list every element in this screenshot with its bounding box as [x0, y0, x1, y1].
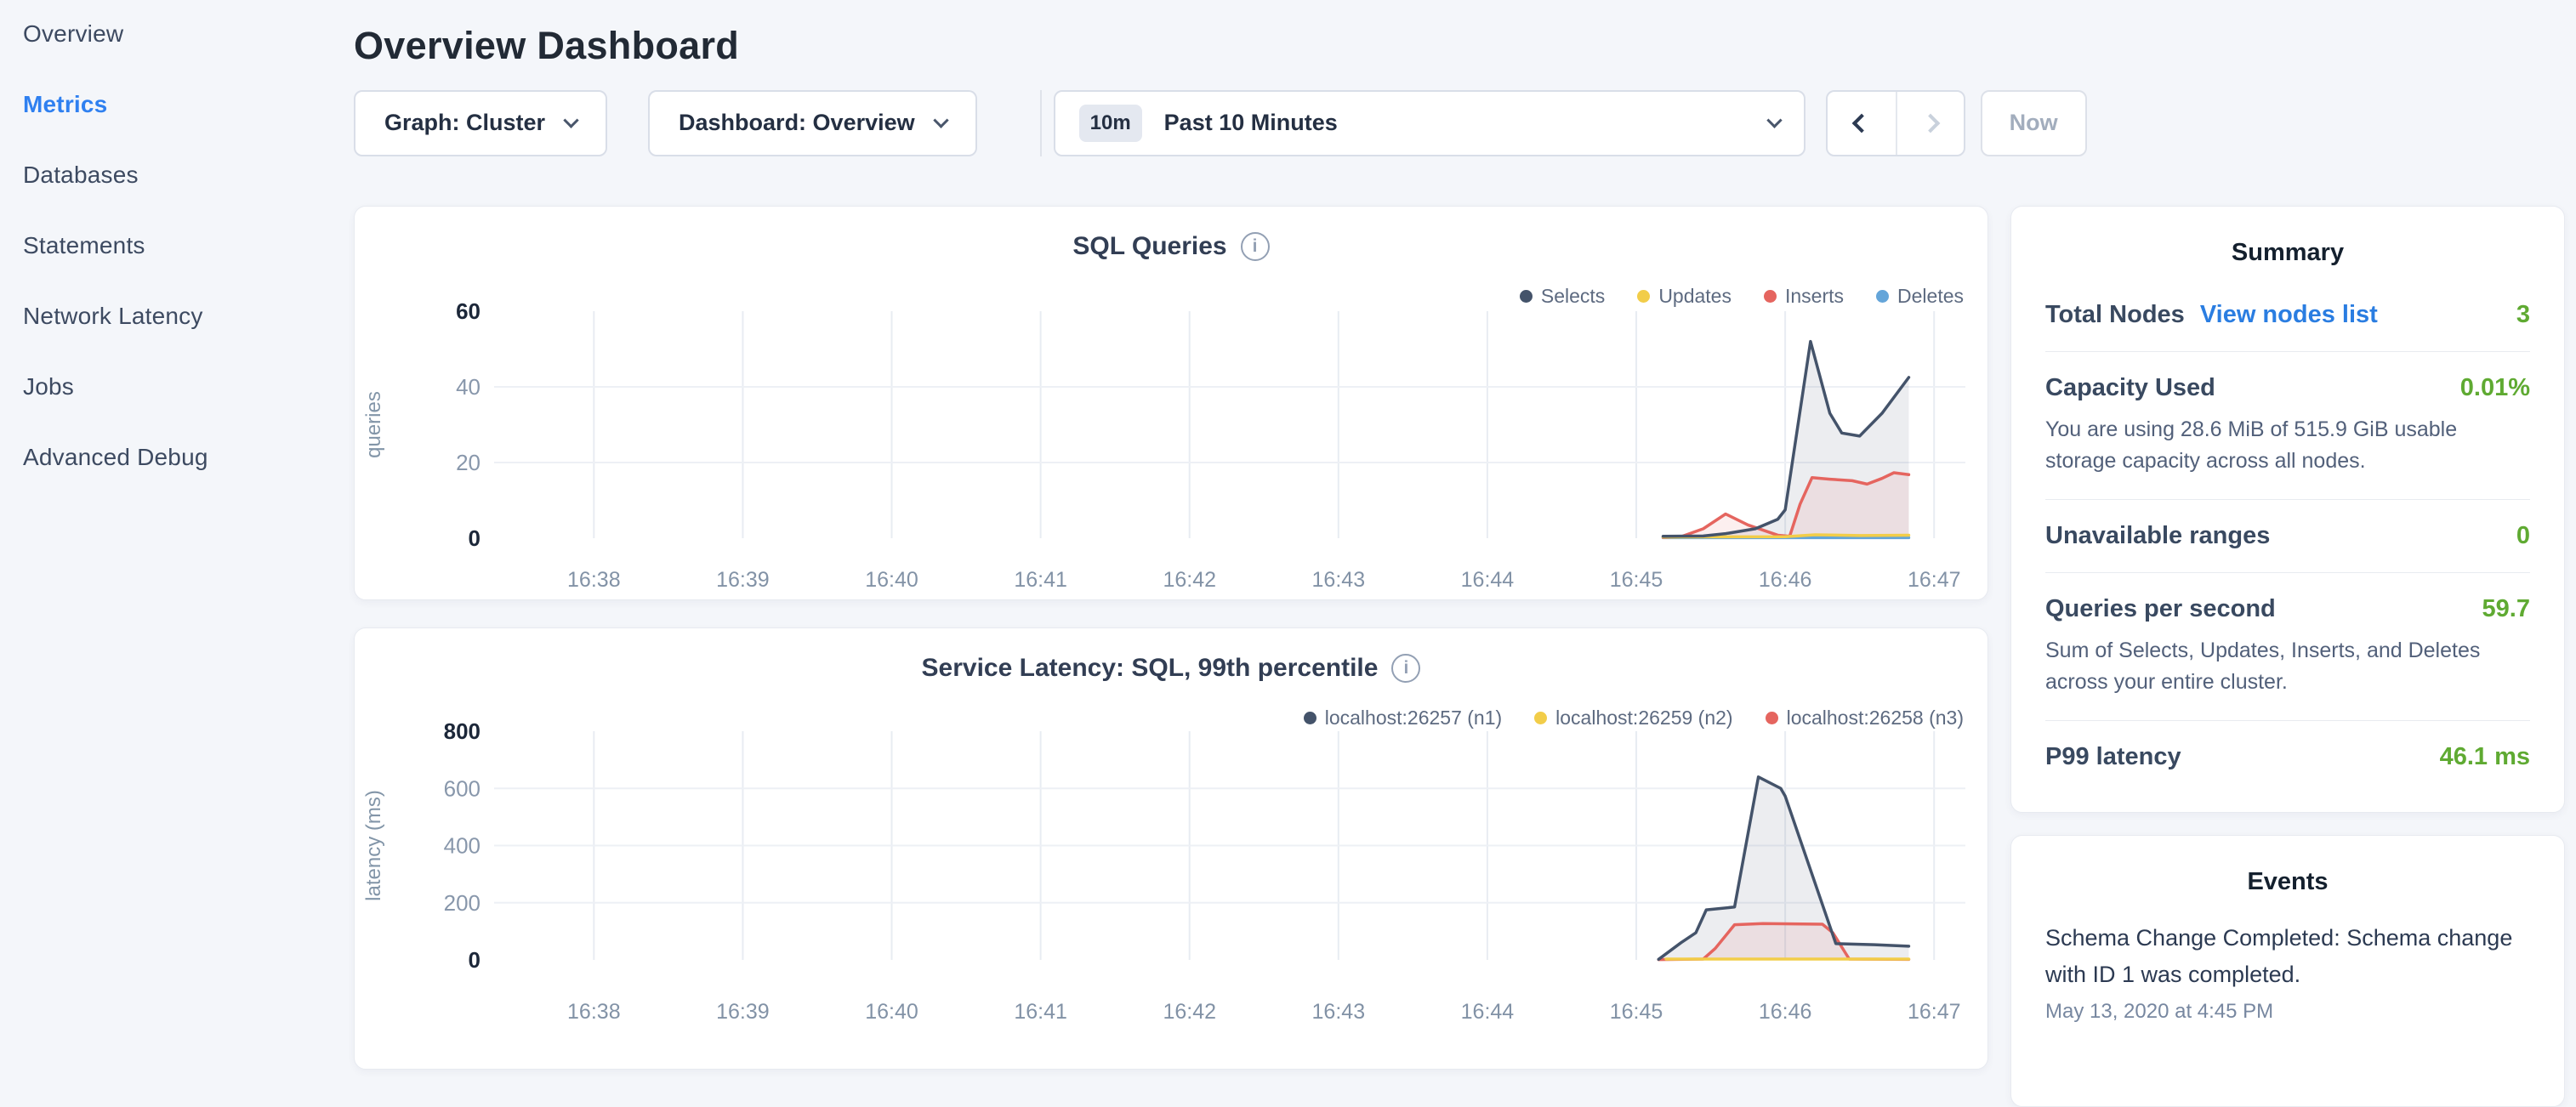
- summary-row-total-nodes: Total Nodes View nodes list 3: [2045, 279, 2530, 352]
- svg-text:200: 200: [444, 890, 481, 916]
- svg-text:600: 600: [444, 775, 481, 801]
- time-window-badge: 10m: [1079, 105, 1142, 142]
- sidebar-item-databases[interactable]: Databases: [23, 160, 354, 190]
- svg-text:latency (ms): latency (ms): [362, 790, 385, 901]
- service-latency-chart[interactable]: 16:38 16:39 16:40 16:41 16:42 16:43 16:44 16:45…: [355, 722, 1989, 1045]
- svg-text:20: 20: [456, 450, 481, 475]
- dashboard-dropdown[interactable]: Dashboard: Overview: [648, 90, 977, 156]
- sidebar-item-statements[interactable]: Statements: [23, 230, 354, 261]
- summary-row-unavailable-ranges: Unavailable ranges 0: [2045, 500, 2530, 573]
- svg-text:16:45: 16:45: [1610, 1000, 1663, 1024]
- info-icon[interactable]: i: [1241, 232, 1270, 261]
- controls-row: Graph: Cluster Dashboard: Overview 10m P…: [354, 90, 2576, 156]
- svg-text:400: 400: [444, 832, 481, 858]
- time-window-selector[interactable]: 10m Past 10 Minutes: [1054, 90, 1805, 156]
- sidebar: Overview Metrics Databases Statements Ne…: [0, 0, 354, 1051]
- summary-row-queries-per-second: Queries per second 59.7 Sum of Selects, …: [2045, 573, 2530, 721]
- dashboard-dropdown-label: Dashboard: Overview: [679, 110, 915, 136]
- svg-text:16:44: 16:44: [1461, 568, 1515, 592]
- view-nodes-list-link[interactable]: View nodes list: [2200, 301, 2378, 329]
- time-step-buttons: [1826, 90, 1965, 156]
- sidebar-item-advanced-debug[interactable]: Advanced Debug: [23, 442, 354, 473]
- svg-text:16:42: 16:42: [1163, 1000, 1216, 1024]
- svg-text:16:43: 16:43: [1312, 568, 1366, 592]
- svg-text:16:38: 16:38: [567, 1000, 621, 1024]
- svg-text:16:41: 16:41: [1014, 1000, 1067, 1024]
- chevron-left-icon: [1851, 113, 1871, 133]
- sidebar-item-metrics[interactable]: Metrics: [23, 89, 354, 120]
- graph-scope-dropdown[interactable]: Graph: Cluster: [354, 90, 607, 156]
- summary-value: 0: [2516, 522, 2530, 550]
- summary-label: Capacity Used: [2045, 374, 2215, 402]
- svg-text:16:46: 16:46: [1759, 1000, 1812, 1024]
- next-time-window-button[interactable]: [1896, 92, 1964, 155]
- svg-text:16:47: 16:47: [1908, 1000, 1961, 1024]
- svg-text:16:41: 16:41: [1014, 568, 1067, 592]
- sidebar-item-jobs[interactable]: Jobs: [23, 372, 354, 402]
- svg-text:16:46: 16:46: [1759, 568, 1812, 592]
- info-icon[interactable]: i: [1391, 654, 1420, 683]
- service-latency-chart-card: Service Latency: SQL, 99th percentile i …: [354, 627, 1988, 1070]
- chevron-right-icon: [1920, 113, 1940, 133]
- svg-text:16:43: 16:43: [1312, 1000, 1366, 1024]
- sql-queries-chart[interactable]: 16:38 16:39 16:40 16:41 16:42 16:43 16:44 16:45…: [355, 300, 1989, 594]
- svg-text:16:42: 16:42: [1163, 568, 1216, 592]
- previous-time-window-button[interactable]: [1828, 92, 1896, 155]
- dashboard-grid: SQL Queries i SelectsUpdatesInsertsDelet…: [354, 206, 2576, 1107]
- events-panel: Events Schema Change Completed: Schema c…: [2010, 835, 2565, 1107]
- charts-column: SQL Queries i SelectsUpdatesInsertsDelet…: [354, 206, 1988, 1107]
- summary-row-capacity-used: Capacity Used 0.01% You are using 28.6 M…: [2045, 352, 2530, 500]
- summary-row-p99-latency: P99 latency 46.1 ms: [2045, 721, 2530, 793]
- svg-text:16:38: 16:38: [567, 568, 621, 592]
- summary-panel: Summary Total Nodes View nodes list 3 Ca…: [2010, 206, 2565, 813]
- svg-text:0: 0: [469, 525, 481, 551]
- summary-label: P99 latency: [2045, 743, 2181, 771]
- chevron-down-icon: [1766, 113, 1782, 128]
- chart-title: Service Latency: SQL, 99th percentile: [922, 654, 1379, 683]
- svg-text:16:44: 16:44: [1461, 1000, 1515, 1024]
- event-item-text[interactable]: Schema Change Completed: Schema change w…: [2011, 920, 2564, 993]
- summary-value: 0.01%: [2460, 374, 2530, 402]
- summary-value: 59.7: [2482, 595, 2530, 623]
- now-button[interactable]: Now: [1981, 90, 2087, 156]
- svg-text:16:39: 16:39: [716, 1000, 770, 1024]
- time-window-label: Past 10 Minutes: [1164, 110, 1769, 136]
- svg-text:0: 0: [469, 947, 481, 973]
- summary-label: Unavailable ranges: [2045, 522, 2270, 550]
- summary-title: Summary: [2011, 239, 2564, 267]
- svg-text:16:39: 16:39: [716, 568, 770, 592]
- main-content: Overview Dashboard Graph: Cluster Dashbo…: [354, 0, 2576, 1051]
- summary-label: Total Nodes: [2045, 301, 2185, 329]
- svg-text:16:47: 16:47: [1908, 568, 1961, 592]
- svg-text:800: 800: [444, 722, 481, 744]
- event-item-timestamp: May 13, 2020 at 4:45 PM: [2011, 1000, 2564, 1024]
- sidebar-item-overview[interactable]: Overview: [23, 19, 354, 49]
- summary-label: Queries per second: [2045, 595, 2276, 623]
- svg-text:40: 40: [456, 374, 481, 400]
- chevron-down-icon: [563, 113, 578, 128]
- right-column: Summary Total Nodes View nodes list 3 Ca…: [2010, 206, 2565, 1107]
- sidebar-item-network-latency[interactable]: Network Latency: [23, 301, 354, 332]
- chart-title: SQL Queries: [1072, 232, 1226, 261]
- page-title: Overview Dashboard: [354, 24, 2576, 68]
- sql-queries-chart-card: SQL Queries i SelectsUpdatesInsertsDelet…: [354, 206, 1988, 600]
- graph-scope-dropdown-label: Graph: Cluster: [384, 110, 545, 136]
- svg-text:queries: queries: [362, 391, 385, 458]
- controls-divider: [1040, 90, 1042, 156]
- summary-subtext: You are using 28.6 MiB of 515.9 GiB usab…: [2045, 414, 2530, 477]
- svg-text:16:45: 16:45: [1610, 568, 1663, 592]
- svg-text:16:40: 16:40: [865, 568, 918, 592]
- events-title: Events: [2011, 868, 2564, 896]
- summary-subtext: Sum of Selects, Updates, Inserts, and De…: [2045, 635, 2530, 698]
- summary-value: 3: [2516, 301, 2530, 329]
- svg-text:60: 60: [456, 300, 481, 324]
- chevron-down-icon: [933, 113, 948, 128]
- summary-value: 46.1 ms: [2440, 743, 2530, 771]
- svg-text:16:40: 16:40: [865, 1000, 918, 1024]
